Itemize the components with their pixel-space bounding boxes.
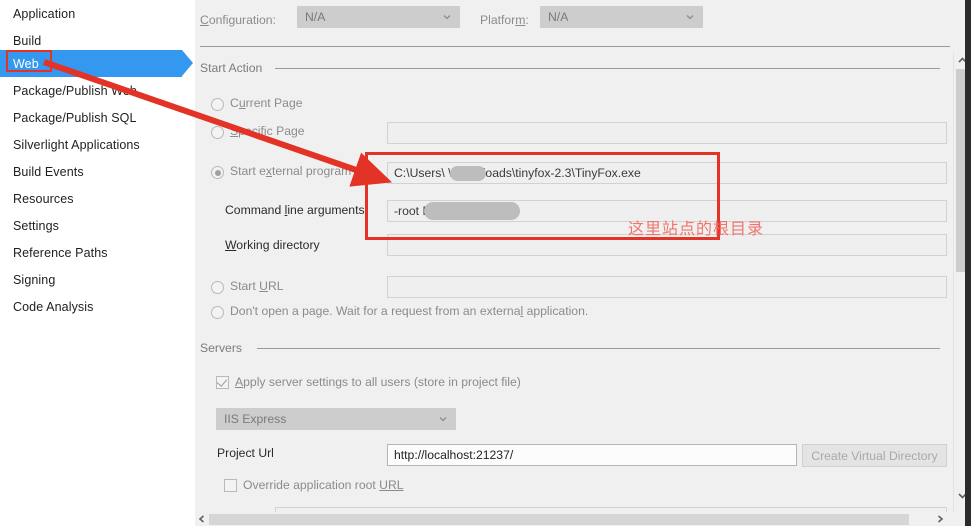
- platform-label: Platform:: [480, 13, 529, 27]
- horizontal-scrollbar[interactable]: [195, 512, 971, 526]
- sidebar-item-label: Web: [13, 56, 39, 71]
- working-directory-label: Working directory: [225, 238, 320, 252]
- platform-select[interactable]: N/A: [540, 6, 703, 28]
- override-root-url-label: Override application root URL: [243, 478, 404, 492]
- sidebar-item-silverlight-applications[interactable]: Silverlight Applications: [0, 131, 195, 158]
- platform-value: N/A: [548, 10, 569, 24]
- start-action-group-label: Start Action: [200, 61, 268, 75]
- sidebar-item-package-publish-sql[interactable]: Package/Publish SQL: [0, 104, 195, 131]
- override-root-url-checkbox[interactable]: [224, 479, 237, 492]
- start-url-radio[interactable]: [211, 281, 224, 294]
- server-value: IIS Express: [224, 412, 287, 426]
- toolbar-divider: [200, 46, 950, 47]
- sidebar-item-package-publish-web[interactable]: Package/Publish Web: [0, 77, 195, 104]
- create-virtual-directory-label: Create Virtual Directory: [811, 448, 938, 463]
- start-action-group-rule: [275, 68, 940, 69]
- start-url-input[interactable]: [387, 276, 947, 298]
- dont-open-page-radio[interactable]: [211, 306, 224, 319]
- web-settings-pane: Configuration: N/A Platform: N/A Start A…: [195, 0, 971, 526]
- project-url-value: http://localhost:21237/: [394, 448, 514, 462]
- sidebar-item-label: Package/Publish SQL: [13, 110, 137, 125]
- sidebar-item-label: Package/Publish Web: [13, 83, 137, 98]
- sidebar-item-signing[interactable]: Signing: [0, 266, 195, 293]
- selection-pointer-icon: [182, 50, 193, 76]
- sidebar-item-label: Resources: [13, 191, 74, 206]
- configuration-label-text: onfiguration:: [208, 13, 276, 27]
- sidebar-item-label: Build Events: [13, 164, 84, 179]
- sidebar-item-build-events[interactable]: Build Events: [0, 158, 195, 185]
- sidebar-item-label: Reference Paths: [13, 245, 108, 260]
- configuration-select[interactable]: N/A: [297, 6, 460, 28]
- project-url-input[interactable]: http://localhost:21237/: [387, 444, 797, 466]
- chinese-annotation-note: 这里站点的根目录: [628, 219, 765, 238]
- sidebar-item-label: Code Analysis: [13, 299, 94, 314]
- specific-page-label: Specific Page: [230, 124, 305, 138]
- chevron-down-icon: [439, 417, 447, 422]
- current-page-radio[interactable]: [211, 98, 224, 111]
- scroll-left-icon[interactable]: [197, 514, 207, 524]
- chevron-down-icon: [443, 15, 451, 20]
- configuration-value: N/A: [305, 10, 326, 24]
- configuration-label: Configuration:: [200, 13, 276, 27]
- apply-server-settings-label: Apply server settings to all users (stor…: [235, 375, 521, 389]
- window-edge-gutter: [965, 0, 971, 526]
- sidebar-item-label: Silverlight Applications: [13, 137, 140, 152]
- sidebar-item-code-analysis[interactable]: Code Analysis: [0, 293, 195, 320]
- sidebar-item-resources[interactable]: Resources: [0, 185, 195, 212]
- sidebar-item-settings[interactable]: Settings: [0, 212, 195, 239]
- sidebar-item-reference-paths[interactable]: Reference Paths: [0, 239, 195, 266]
- sidebar-item-label: Application: [13, 6, 76, 21]
- chevron-down-icon: [686, 15, 694, 20]
- apply-server-settings-checkbox[interactable]: [216, 376, 229, 389]
- sidebar-item-label: Build: [13, 33, 42, 48]
- sidebar-item-web[interactable]: Web: [0, 50, 193, 77]
- start-external-program-radio[interactable]: [211, 166, 224, 179]
- servers-group-label: Servers: [200, 341, 247, 355]
- start-url-label: Start URL: [230, 279, 284, 293]
- specific-page-radio[interactable]: [211, 126, 224, 139]
- start-external-program-label: Start external program: [230, 164, 352, 178]
- sidebar-item-label: Signing: [13, 272, 56, 287]
- create-virtual-directory-button[interactable]: Create Virtual Directory: [802, 444, 947, 467]
- server-select[interactable]: IIS Express: [216, 408, 456, 430]
- property-pages-sidebar: Application Build Web Package/Publish We…: [0, 0, 195, 526]
- sidebar-item-label: Settings: [13, 218, 59, 233]
- scroll-right-icon[interactable]: [935, 514, 945, 524]
- current-page-label: Current Page: [230, 96, 303, 110]
- project-url-label: Project Url: [217, 446, 274, 460]
- specific-page-input[interactable]: [387, 122, 947, 144]
- sidebar-item-application[interactable]: Application: [0, 0, 195, 27]
- command-line-arguments-label: Command line arguments: [225, 203, 365, 217]
- dont-open-page-label: Don't open a page. Wait for a request fr…: [230, 304, 589, 318]
- servers-group-rule: [257, 348, 940, 349]
- horizontal-scroll-thumb[interactable]: [209, 514, 909, 525]
